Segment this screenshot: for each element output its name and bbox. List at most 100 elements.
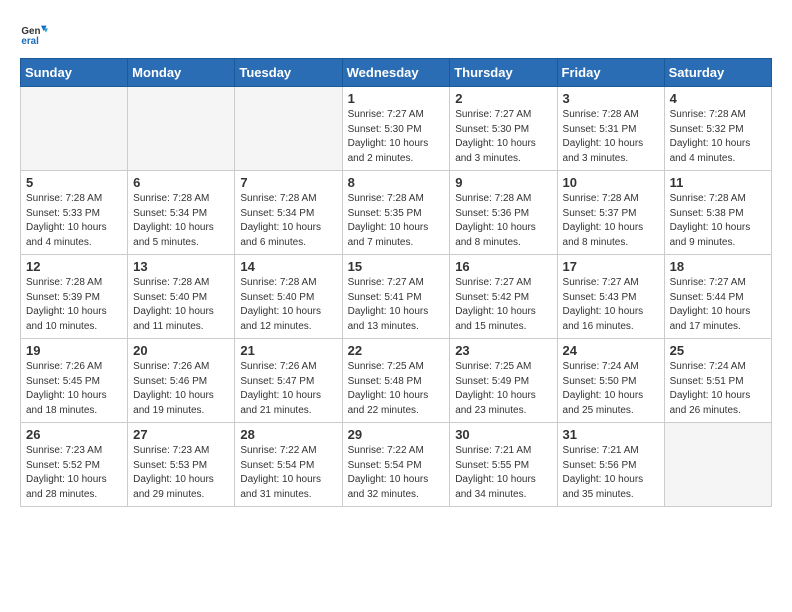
svg-text:eral: eral xyxy=(21,36,39,47)
day-number: 8 xyxy=(348,175,445,190)
calendar-cell: 9 Sunrise: 7:28 AM Sunset: 5:36 PM Daylig… xyxy=(450,171,557,255)
day-number: 25 xyxy=(670,343,766,358)
weekday-header-sunday: Sunday xyxy=(21,59,128,87)
day-number: 6 xyxy=(133,175,229,190)
day-info: Sunrise: 7:28 AM Sunset: 5:39 PM Dayligh… xyxy=(26,276,122,334)
day-info: Sunrise: 7:28 AM Sunset: 5:31 PM Dayligh… xyxy=(563,108,659,166)
day-info: Sunrise: 7:28 AM Sunset: 5:34 PM Dayligh… xyxy=(240,192,336,250)
calendar-cell: 19 Sunrise: 7:26 AM Sunset: 5:45 PM Dayli… xyxy=(21,339,128,423)
weekday-header-monday: Monday xyxy=(128,59,235,87)
day-info: Sunrise: 7:22 AM Sunset: 5:54 PM Dayligh… xyxy=(348,444,445,502)
day-number: 9 xyxy=(455,175,551,190)
calendar-cell: 15 Sunrise: 7:27 AM Sunset: 5:41 PM Dayli… xyxy=(342,255,450,339)
day-info: Sunrise: 7:25 AM Sunset: 5:49 PM Dayligh… xyxy=(455,360,551,418)
day-number: 29 xyxy=(348,427,445,442)
calendar-week-row: 26Sunrise: 7:23 AM Sunset: 5:52 PM Dayli… xyxy=(21,423,772,507)
day-info: Sunrise: 7:28 AM Sunset: 5:36 PM Dayligh… xyxy=(455,192,551,250)
calendar-cell: 10Sunrise: 7:28 AM Sunset: 5:37 PM Dayli… xyxy=(557,171,664,255)
day-number: 24 xyxy=(563,343,659,358)
day-info: Sunrise: 7:27 AM Sunset: 5:41 PM Dayligh… xyxy=(348,276,445,334)
calendar-cell: 22 Sunrise: 7:25 AM Sunset: 5:48 PM Dayli… xyxy=(342,339,450,423)
calendar-cell: 6Sunrise: 7:28 AM Sunset: 5:34 PM Daylig… xyxy=(128,171,235,255)
weekday-header-wednesday: Wednesday xyxy=(342,59,450,87)
day-number: 15 xyxy=(348,259,445,274)
weekday-header-saturday: Saturday xyxy=(664,59,771,87)
calendar-cell: 2Sunrise: 7:27 AM Sunset: 5:30 PM Daylig… xyxy=(450,87,557,171)
calendar-cell: 24 Sunrise: 7:24 AM Sunset: 5:50 PM Dayli… xyxy=(557,339,664,423)
calendar-cell: 28 Sunrise: 7:22 AM Sunset: 5:54 PM Dayli… xyxy=(235,423,342,507)
day-info: Sunrise: 7:28 AM Sunset: 5:38 PM Dayligh… xyxy=(670,192,766,250)
day-info: Sunrise: 7:21 AM Sunset: 5:55 PM Dayligh… xyxy=(455,444,551,502)
weekday-header-friday: Friday xyxy=(557,59,664,87)
calendar-cell: 20Sunrise: 7:26 AM Sunset: 5:46 PM Dayli… xyxy=(128,339,235,423)
day-number: 14 xyxy=(240,259,336,274)
calendar-cell: 12 Sunrise: 7:28 AM Sunset: 5:39 PM Dayli… xyxy=(21,255,128,339)
day-number: 31 xyxy=(563,427,659,442)
day-number: 20 xyxy=(133,343,229,358)
calendar-cell: 29 Sunrise: 7:22 AM Sunset: 5:54 PM Dayli… xyxy=(342,423,450,507)
calendar-week-row: 12 Sunrise: 7:28 AM Sunset: 5:39 PM Dayli… xyxy=(21,255,772,339)
day-info: Sunrise: 7:24 AM Sunset: 5:50 PM Dayligh… xyxy=(563,360,659,418)
calendar-cell: 31 Sunrise: 7:21 AM Sunset: 5:56 PM Dayli… xyxy=(557,423,664,507)
day-number: 16 xyxy=(455,259,551,274)
calendar-week-row: 1 Sunrise: 7:27 AM Sunset: 5:30 PM Daylig… xyxy=(21,87,772,171)
day-info: Sunrise: 7:26 AM Sunset: 5:47 PM Dayligh… xyxy=(240,360,336,418)
day-info: Sunrise: 7:27 AM Sunset: 5:43 PM Dayligh… xyxy=(563,276,659,334)
calendar-cell: 17 Sunrise: 7:27 AM Sunset: 5:43 PM Dayli… xyxy=(557,255,664,339)
calendar-cell: 13 Sunrise: 7:28 AM Sunset: 5:40 PM Dayli… xyxy=(128,255,235,339)
calendar-week-row: 5 Sunrise: 7:28 AM Sunset: 5:33 PM Daylig… xyxy=(21,171,772,255)
day-number: 7 xyxy=(240,175,336,190)
day-info: Sunrise: 7:28 AM Sunset: 5:32 PM Dayligh… xyxy=(670,108,766,166)
day-number: 28 xyxy=(240,427,336,442)
day-info: Sunrise: 7:28 AM Sunset: 5:33 PM Dayligh… xyxy=(26,192,122,250)
calendar-cell: 27Sunrise: 7:23 AM Sunset: 5:53 PM Dayli… xyxy=(128,423,235,507)
weekday-header-thursday: Thursday xyxy=(450,59,557,87)
header: Gen eral xyxy=(20,20,772,48)
calendar-cell: 14Sunrise: 7:28 AM Sunset: 5:40 PM Dayli… xyxy=(235,255,342,339)
day-info: Sunrise: 7:21 AM Sunset: 5:56 PM Dayligh… xyxy=(563,444,659,502)
calendar-cell: 5 Sunrise: 7:28 AM Sunset: 5:33 PM Daylig… xyxy=(21,171,128,255)
day-info: Sunrise: 7:23 AM Sunset: 5:52 PM Dayligh… xyxy=(26,444,122,502)
day-number: 3 xyxy=(563,91,659,106)
calendar-cell: 21Sunrise: 7:26 AM Sunset: 5:47 PM Dayli… xyxy=(235,339,342,423)
day-info: Sunrise: 7:27 AM Sunset: 5:30 PM Dayligh… xyxy=(455,108,551,166)
weekday-header-row: SundayMondayTuesdayWednesdayThursdayFrid… xyxy=(21,59,772,87)
day-info: Sunrise: 7:27 AM Sunset: 5:30 PM Dayligh… xyxy=(348,108,445,166)
weekday-header-tuesday: Tuesday xyxy=(235,59,342,87)
calendar-table: SundayMondayTuesdayWednesdayThursdayFrid… xyxy=(20,58,772,507)
day-info: Sunrise: 7:24 AM Sunset: 5:51 PM Dayligh… xyxy=(670,360,766,418)
day-number: 18 xyxy=(670,259,766,274)
day-number: 19 xyxy=(26,343,122,358)
day-info: Sunrise: 7:27 AM Sunset: 5:44 PM Dayligh… xyxy=(670,276,766,334)
calendar-cell xyxy=(128,87,235,171)
calendar-cell xyxy=(21,87,128,171)
calendar-cell xyxy=(235,87,342,171)
day-number: 5 xyxy=(26,175,122,190)
logo-icon: Gen eral xyxy=(20,20,48,48)
day-info: Sunrise: 7:22 AM Sunset: 5:54 PM Dayligh… xyxy=(240,444,336,502)
calendar-cell: 4 Sunrise: 7:28 AM Sunset: 5:32 PM Daylig… xyxy=(664,87,771,171)
calendar-cell: 18 Sunrise: 7:27 AM Sunset: 5:44 PM Dayli… xyxy=(664,255,771,339)
day-number: 30 xyxy=(455,427,551,442)
logo: Gen eral xyxy=(20,20,52,48)
day-info: Sunrise: 7:28 AM Sunset: 5:35 PM Dayligh… xyxy=(348,192,445,250)
day-number: 27 xyxy=(133,427,229,442)
day-info: Sunrise: 7:25 AM Sunset: 5:48 PM Dayligh… xyxy=(348,360,445,418)
day-number: 22 xyxy=(348,343,445,358)
calendar-cell: 1 Sunrise: 7:27 AM Sunset: 5:30 PM Daylig… xyxy=(342,87,450,171)
day-number: 17 xyxy=(563,259,659,274)
calendar-cell: 23 Sunrise: 7:25 AM Sunset: 5:49 PM Dayli… xyxy=(450,339,557,423)
day-number: 23 xyxy=(455,343,551,358)
day-info: Sunrise: 7:26 AM Sunset: 5:45 PM Dayligh… xyxy=(26,360,122,418)
day-info: Sunrise: 7:27 AM Sunset: 5:42 PM Dayligh… xyxy=(455,276,551,334)
day-number: 12 xyxy=(26,259,122,274)
day-number: 13 xyxy=(133,259,229,274)
day-number: 4 xyxy=(670,91,766,106)
day-number: 1 xyxy=(348,91,445,106)
calendar-cell: 11Sunrise: 7:28 AM Sunset: 5:38 PM Dayli… xyxy=(664,171,771,255)
day-info: Sunrise: 7:28 AM Sunset: 5:40 PM Dayligh… xyxy=(133,276,229,334)
calendar-cell xyxy=(664,423,771,507)
calendar-cell: 7 Sunrise: 7:28 AM Sunset: 5:34 PM Daylig… xyxy=(235,171,342,255)
calendar-cell: 3 Sunrise: 7:28 AM Sunset: 5:31 PM Daylig… xyxy=(557,87,664,171)
day-info: Sunrise: 7:28 AM Sunset: 5:37 PM Dayligh… xyxy=(563,192,659,250)
